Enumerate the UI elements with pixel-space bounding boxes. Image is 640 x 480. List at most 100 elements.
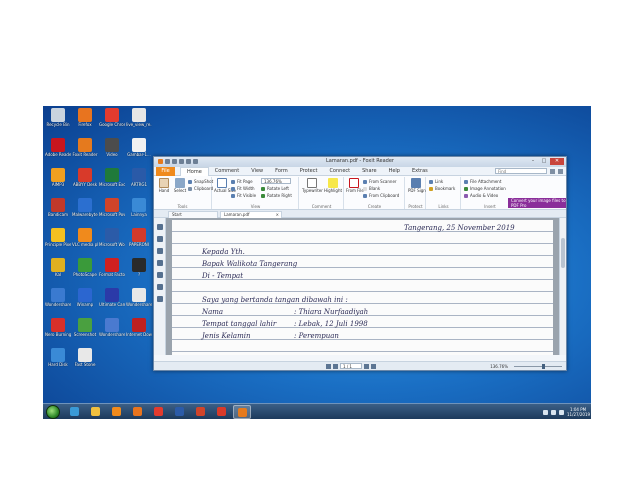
fit-width-button[interactable]: Fit Width [231,186,255,192]
actual-size-button[interactable]: Actual Size [214,178,236,193]
document-viewport[interactable]: Tangerang, 25 November 2019 Kepada Yth. … [166,218,561,355]
desktop-icon[interactable]: Wondershare Filmora [45,288,71,314]
taskbar-app-ie[interactable] [65,405,83,419]
start-button[interactable] [46,405,60,419]
desktop-icon[interactable]: ARTRG1 [126,168,152,194]
desktop-icon[interactable]: PhotoScape [72,258,98,284]
rotate-left-button[interactable]: Rotate Left [261,186,289,192]
desktop-icon[interactable]: Winamp [72,288,98,314]
scrollbar-thumb[interactable] [561,238,565,268]
pages-panel-icon[interactable] [156,236,163,242]
desktop-icon[interactable]: Wondershare Tools [99,318,125,344]
maximize-button[interactable]: □ [539,158,549,165]
desktop-icon[interactable]: Wondershare Scan [126,288,152,314]
file-attachment-button[interactable]: File Attachment [464,179,501,185]
desktop-icon[interactable]: Adobe Reader XI [45,138,71,164]
select-cursor-icon [175,178,185,188]
desktop-icon[interactable]: Principle Pixel Files [45,228,71,254]
zoom-slider-knob[interactable] [541,364,545,369]
image-annotation-button[interactable]: Image Annotation [464,186,506,192]
desktop-icon[interactable]: Microsoft PowerPoint [99,198,125,224]
fit-visible-button[interactable]: Fit Visible [231,193,256,199]
desktop-icon[interactable]: VLC media player [72,228,98,254]
from-file-button[interactable]: From File [346,178,364,193]
bookmark-button[interactable]: Bookmark [429,186,455,192]
taskbar-app-powerpoint[interactable] [191,405,209,419]
comments-panel-icon[interactable] [156,260,163,266]
clipboard-button[interactable]: Clipboard [188,186,213,192]
desktop-icon[interactable]: Format Factory [99,258,125,284]
close-button[interactable]: ✕ [550,158,564,165]
desktop-icon[interactable]: Hard Disk [45,348,71,374]
security-panel-icon[interactable] [156,284,163,290]
desktop-icon[interactable]: Internet Download [126,318,152,344]
find-input[interactable]: Find [495,168,547,174]
desktop-icon[interactable]: Screenshot [72,318,98,344]
tab-start[interactable]: Start [168,211,218,218]
desktop-icon[interactable]: Microsoft Excel 2010 [99,168,125,194]
audio-video-button[interactable]: Audio & Video [464,193,498,199]
next-page-icon[interactable] [364,363,369,369]
desktop-icon[interactable]: Recycle Bin [45,108,71,134]
taskbar-app-chrome[interactable] [149,405,167,419]
desktop-icon[interactable]: Fast Stone [72,348,98,374]
fit-page-button[interactable]: Fit Page [231,179,253,185]
taskbar-app-explorer[interactable] [86,405,104,419]
from-scanner-button[interactable]: From Scanner [363,179,397,185]
desktop-icon[interactable]: Foxit Reader [72,138,98,164]
hand-tool-button[interactable]: Hand [156,178,172,193]
app-icon [105,138,119,152]
taskbar-app-firefox[interactable] [128,405,146,419]
volume-icon[interactable] [559,409,564,415]
page-number-input[interactable]: 1 / 1 [340,363,362,369]
taskbar-app-word[interactable] [170,405,188,419]
desktop-icon[interactable]: Video [99,138,125,164]
last-page-icon[interactable] [371,363,376,369]
desktop-icon[interactable]: Firefox [72,108,98,134]
desktop-icon[interactable]: AIMP3 [45,168,71,194]
desktop-icon[interactable]: ABBYY Desk [72,168,98,194]
desktop-icon[interactable]: Malwarebytes [72,198,98,224]
taskbar-app-foxit[interactable] [233,405,251,419]
desktop-icon[interactable]: ? [126,258,152,284]
search-icon[interactable] [550,168,555,174]
from-clipboard-button[interactable]: From Clipboard [363,193,399,199]
taskbar-app-media-player[interactable] [107,405,125,419]
first-page-icon[interactable] [326,363,331,369]
taskbar-app-paint[interactable] [212,405,230,419]
pdf-sign-button[interactable]: PDF Sign [408,178,426,193]
clock[interactable]: 1:04 PM 11/27/2019 [567,407,590,417]
desktop-icon[interactable]: live_view_re... [126,108,152,134]
desktop-icon[interactable]: Ultimate Camera [99,288,125,314]
bookmarks-panel-icon[interactable] [156,224,163,230]
convert-to-pdf-banner[interactable]: Convert your image files to PDF Pro [508,198,566,208]
prev-page-icon[interactable] [333,363,338,369]
desktop-icon[interactable]: Microsoft Word 2010 [99,228,125,254]
attachments-panel-icon[interactable] [156,272,163,278]
desktop-icon[interactable]: Kal [45,258,71,284]
zoom-slider[interactable] [514,364,562,369]
vertical-scrollbar[interactable] [559,218,566,355]
layers-panel-icon[interactable] [156,248,163,254]
network-icon[interactable] [551,409,556,415]
typewriter-button[interactable]: Typewriter [302,178,323,193]
signatures-panel-icon[interactable] [156,296,163,302]
select-tool-button[interactable]: Select [172,178,188,193]
snapshot-button[interactable]: SnapShot [188,179,213,185]
zoom-level-input[interactable]: 136.76% [261,178,291,184]
file-menu-button[interactable]: File [156,167,175,176]
tab-lamaran-pdf[interactable]: Lamaran.pdf × [220,211,282,218]
flag-icon[interactable] [543,409,548,415]
desktop-icon[interactable]: Nero Burning [45,318,71,344]
rotate-right-button[interactable]: Rotate Right [261,193,292,199]
search-options-icon[interactable] [558,168,563,174]
desktop-icon[interactable]: Lainnya [126,198,152,224]
desktop-icon[interactable]: Gambar-1... [126,138,152,164]
desktop-icon[interactable]: PAPERONI [126,228,152,254]
blank-button[interactable]: Blank [363,186,380,192]
highlight-button[interactable]: Highlight [324,178,342,193]
desktop-icon[interactable]: Bandicam [45,198,71,224]
desktop-icon[interactable]: Google Chrome [99,108,125,134]
link-button[interactable]: Link [429,179,443,185]
minimize-button[interactable]: – [528,158,538,165]
